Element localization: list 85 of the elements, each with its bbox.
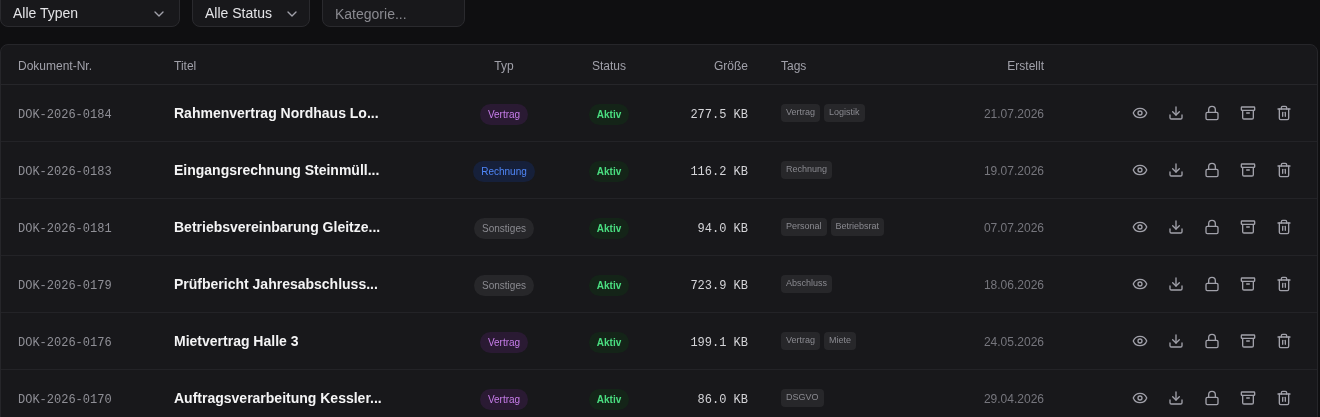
tag-chip: DSGVO [781, 389, 824, 407]
lock-icon[interactable] [1204, 162, 1220, 178]
file-size: 86.0 KB [697, 393, 748, 407]
status-badge: Aktiv [588, 161, 630, 182]
status-badge: Aktiv [588, 275, 630, 296]
archive-icon[interactable] [1240, 162, 1256, 178]
type-badge: Vertrag [479, 104, 529, 125]
document-title: Betriebsvereinbarung Gleitze... [174, 219, 381, 235]
column-header: Status [592, 58, 626, 73]
lock-icon[interactable] [1204, 333, 1220, 349]
download-icon[interactable] [1168, 162, 1184, 178]
lock-icon[interactable] [1204, 105, 1220, 121]
filter-dropdown[interactable]: Alle Status [192, 0, 310, 27]
trash-icon[interactable] [1276, 276, 1292, 292]
view-icon[interactable] [1132, 105, 1148, 121]
type-badge: Sonstiges [474, 275, 534, 296]
status-badge: Aktiv [588, 332, 630, 353]
document-title: Prüfbericht Jahresabschluss... [174, 276, 378, 292]
column-header: Größe [714, 58, 748, 73]
tag-chip: Personal [781, 218, 827, 236]
type-badge: Vertrag [479, 389, 529, 410]
lock-icon[interactable] [1204, 390, 1220, 406]
file-size: 723.9 KB [690, 279, 748, 293]
download-icon[interactable] [1168, 105, 1184, 121]
column-header: Dokument-Nr. [18, 58, 93, 73]
trash-icon[interactable] [1276, 333, 1292, 349]
tag-chip: Betriebsrat [830, 218, 885, 236]
tag-chip: Rechnung [781, 161, 833, 179]
archive-icon[interactable] [1240, 105, 1256, 121]
document-number: DOK-2026-0170 [18, 393, 112, 407]
archive-icon[interactable] [1240, 390, 1256, 406]
created-date: 21.07.2026 [983, 107, 1044, 121]
created-date: 24.05.2026 [983, 335, 1044, 349]
document-number: DOK-2026-0179 [18, 279, 112, 293]
type-badge: Vertrag [479, 332, 529, 353]
type-badge: Rechnung [473, 161, 535, 182]
view-icon[interactable] [1132, 333, 1148, 349]
trash-icon[interactable] [1276, 390, 1292, 406]
archive-icon[interactable] [1240, 333, 1256, 349]
archive-icon[interactable] [1240, 219, 1256, 235]
lock-icon[interactable] [1204, 219, 1220, 235]
type-badge: Sonstiges [474, 218, 534, 239]
trash-icon[interactable] [1276, 105, 1292, 121]
tag-chip: Abschluss [781, 275, 833, 293]
status-badge: Aktiv [588, 218, 630, 239]
document-title: Auftragsverarbeitung Kessler... [174, 390, 382, 406]
category-field[interactable]: Kategorie... [322, 0, 465, 27]
view-icon[interactable] [1132, 162, 1148, 178]
created-date: 18.06.2026 [983, 278, 1044, 292]
tag-chip: Logistik [824, 104, 865, 122]
trash-icon[interactable] [1276, 219, 1292, 235]
download-icon[interactable] [1168, 390, 1184, 406]
file-size: 199.1 KB [690, 336, 748, 350]
archive-icon[interactable] [1240, 276, 1256, 292]
created-date: 19.07.2026 [983, 164, 1044, 178]
document-title: Rahmenvertrag Nordhaus Lo... [174, 105, 379, 121]
document-number: DOK-2026-0176 [18, 336, 112, 350]
document-number: DOK-2026-0181 [18, 222, 112, 236]
download-icon[interactable] [1168, 219, 1184, 235]
file-size: 94.0 KB [697, 222, 748, 236]
column-header: Erstellt [1007, 58, 1044, 73]
view-icon[interactable] [1132, 219, 1148, 235]
document-number: DOK-2026-0183 [18, 165, 112, 179]
tag-chip: Vertrag [781, 332, 821, 350]
created-date: 07.07.2026 [983, 221, 1044, 235]
view-icon[interactable] [1132, 276, 1148, 292]
file-size: 277.5 KB [690, 108, 748, 122]
tag-chip: Vertrag [781, 104, 821, 122]
status-badge: Aktiv [588, 389, 630, 410]
created-date: 29.04.2026 [983, 392, 1044, 406]
column-header: Titel [174, 58, 197, 73]
trash-icon[interactable] [1276, 162, 1292, 178]
document-title: Eingangsrechnung Steinmüll... [174, 162, 380, 178]
view-icon[interactable] [1132, 390, 1148, 406]
lock-icon[interactable] [1204, 276, 1220, 292]
document-title: Mietvertrag Halle 3 [174, 333, 299, 349]
status-badge: Aktiv [588, 104, 630, 125]
download-icon[interactable] [1168, 333, 1184, 349]
column-header: Typ [494, 58, 514, 73]
download-icon[interactable] [1168, 276, 1184, 292]
column-header: Tags [781, 58, 807, 73]
file-size: 116.2 KB [690, 165, 748, 179]
document-number: DOK-2026-0184 [18, 108, 112, 122]
filter-dropdown[interactable]: Alle Typen [0, 0, 180, 27]
tag-chip: Miete [824, 332, 857, 350]
